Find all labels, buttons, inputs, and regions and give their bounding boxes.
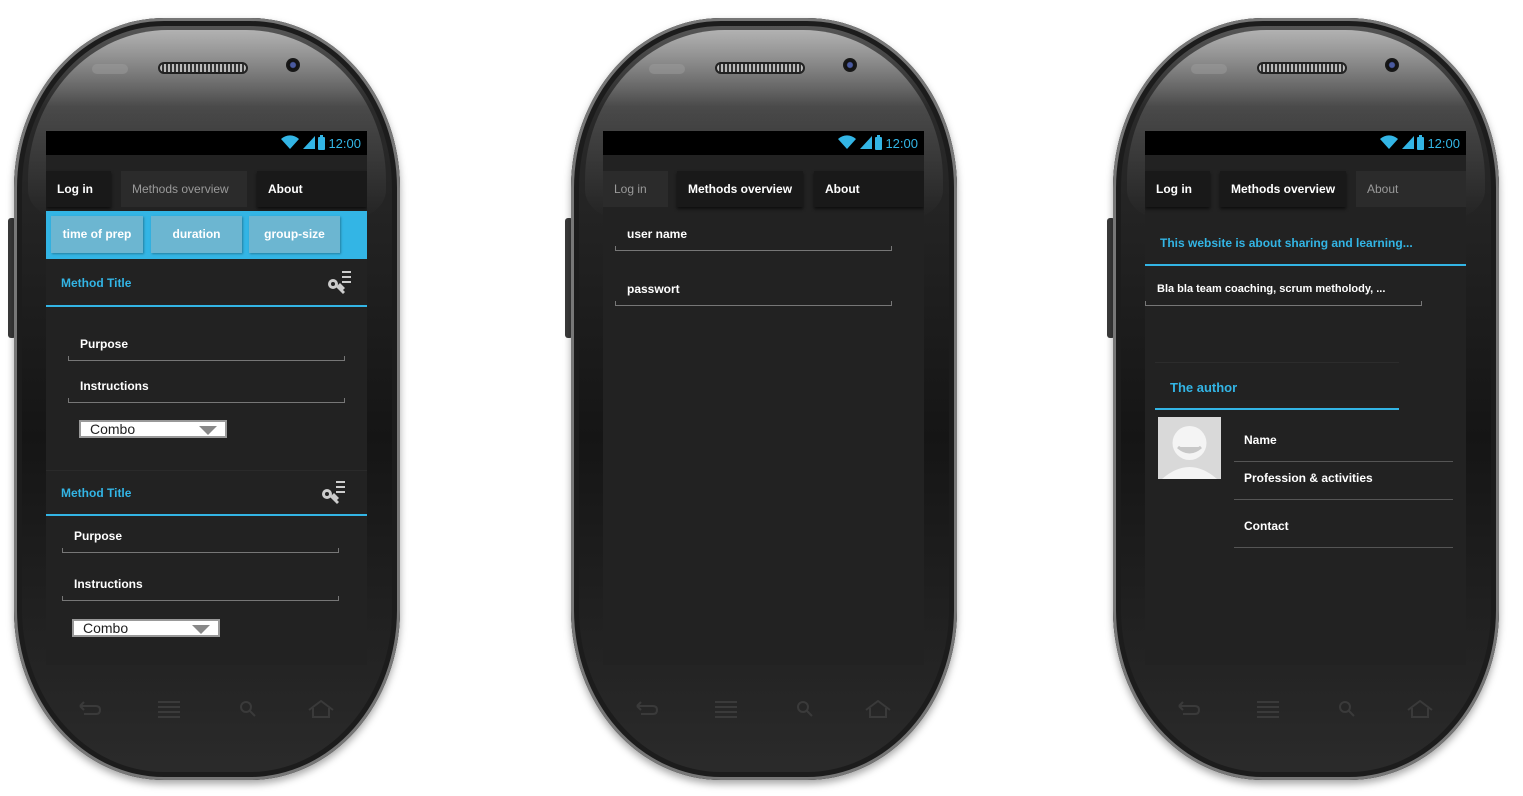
filter-duration-button[interactable]: duration (151, 216, 242, 253)
back-icon[interactable] (1173, 698, 1203, 720)
sensor (92, 64, 128, 74)
home-icon[interactable] (863, 698, 893, 720)
author-contact-divider (1234, 547, 1453, 548)
chevron-down-icon (192, 625, 210, 634)
chevron-down-icon (199, 426, 217, 435)
author-profession-divider (1234, 499, 1453, 500)
status-time: 12:00 (1427, 136, 1460, 151)
filter-bar: time of prep duration group-size (46, 211, 367, 259)
wifi-icon (1379, 135, 1399, 152)
screen: 12:00 Log in Methods overview About time… (46, 131, 367, 665)
speaker-grille (158, 62, 248, 74)
avatar (1158, 417, 1221, 479)
nav-keys (74, 698, 344, 720)
about-text: Bla bla team coaching, scrum metholody, … (1157, 283, 1386, 295)
filter-time-of-prep-button[interactable]: time of prep (51, 216, 143, 253)
combo-value: Combo (90, 421, 136, 437)
tab-bar: Log in Methods overview About (46, 171, 367, 207)
about-header: This website is about sharing and learni… (1145, 218, 1466, 266)
front-camera (286, 58, 300, 72)
home-icon[interactable] (306, 698, 336, 720)
author-name-label: Name (1244, 433, 1277, 447)
search-icon[interactable] (234, 698, 264, 720)
speaker-grille (1257, 62, 1347, 74)
nav-keys (1173, 698, 1443, 720)
menu-icon[interactable] (1253, 698, 1283, 720)
password-field[interactable] (615, 301, 892, 306)
status-bar: 12:00 (603, 131, 924, 155)
sensor (649, 64, 685, 74)
back-icon[interactable] (74, 698, 104, 720)
tab-methods-overview[interactable]: Methods overview (677, 171, 803, 207)
instructions-field[interactable] (62, 596, 339, 601)
tab-about[interactable]: About (257, 171, 367, 207)
method-title: Method Title (61, 486, 132, 500)
combo-value: Combo (83, 620, 129, 636)
phone-2: 12:00 Log in Methods overview About user… (565, 18, 957, 780)
menu-icon[interactable] (711, 698, 741, 720)
sensor (1191, 64, 1227, 74)
screen: 12:00 Log in Methods overview About This… (1145, 131, 1466, 665)
wifi-icon (837, 135, 857, 152)
phone-3: 12:00 Log in Methods overview About This… (1107, 18, 1499, 780)
tab-bar: Log in Methods overview About (1145, 171, 1466, 207)
method-header[interactable]: Method Title (46, 261, 367, 307)
user-name-label: user name (627, 227, 688, 241)
back-icon[interactable] (631, 698, 661, 720)
user-name-field[interactable] (615, 246, 892, 251)
front-camera (843, 58, 857, 72)
speaker-grille (715, 62, 805, 74)
password-label: passwort (627, 282, 680, 296)
search-icon[interactable] (791, 698, 821, 720)
wifi-icon (280, 135, 300, 152)
tab-methods-overview[interactable]: Methods overview (121, 171, 247, 207)
combo-select[interactable]: Combo (79, 420, 227, 438)
author-profession-label: Profession & activities (1244, 471, 1373, 485)
instructions-label: Instructions (80, 379, 149, 393)
tab-log-in[interactable]: Log in (46, 171, 111, 207)
battery-icon (318, 135, 326, 150)
author-name-divider (1234, 461, 1453, 462)
front-camera (1385, 58, 1399, 72)
method-header[interactable]: Method Title (46, 470, 367, 516)
about-title: This website is about sharing and learni… (1160, 236, 1413, 250)
battery-icon (875, 135, 883, 150)
tab-log-in[interactable]: Log in (1145, 171, 1210, 207)
purpose-label: Purpose (74, 529, 123, 543)
status-time: 12:00 (328, 136, 361, 151)
phone-1: 12:00 Log in Methods overview About time… (8, 18, 400, 780)
tab-bar: Log in Methods overview About (603, 171, 924, 207)
combo-select[interactable]: Combo (72, 619, 220, 637)
menu-icon[interactable] (154, 698, 184, 720)
signal-icon (860, 135, 873, 152)
tab-methods-overview[interactable]: Methods overview (1220, 171, 1346, 207)
purpose-field[interactable] (68, 356, 345, 361)
key-icon[interactable] (326, 269, 352, 295)
author-contact-label: Contact (1244, 519, 1289, 533)
author-title: The author (1170, 380, 1238, 395)
instructions-label: Instructions (74, 577, 143, 591)
method-title: Method Title (61, 276, 132, 290)
signal-icon (303, 135, 316, 152)
tab-about[interactable]: About (814, 171, 924, 207)
tab-log-in[interactable]: Log in (603, 171, 668, 207)
filter-group-size-button[interactable]: group-size (249, 216, 340, 253)
nav-keys (631, 698, 901, 720)
author-header: The author (1155, 363, 1399, 410)
search-icon[interactable] (1333, 698, 1363, 720)
tab-about[interactable]: About (1356, 171, 1466, 207)
status-time: 12:00 (885, 136, 918, 151)
status-bar: 12:00 (1145, 131, 1466, 155)
home-icon[interactable] (1405, 698, 1435, 720)
battery-icon (1417, 135, 1425, 150)
about-text-field (1145, 301, 1422, 306)
status-bar: 12:00 (46, 131, 367, 155)
instructions-field[interactable] (68, 398, 345, 403)
key-icon[interactable] (320, 479, 346, 505)
signal-icon (1402, 135, 1415, 152)
purpose-label: Purpose (80, 337, 129, 351)
screen: 12:00 Log in Methods overview About user… (603, 131, 924, 665)
purpose-field[interactable] (62, 548, 339, 553)
